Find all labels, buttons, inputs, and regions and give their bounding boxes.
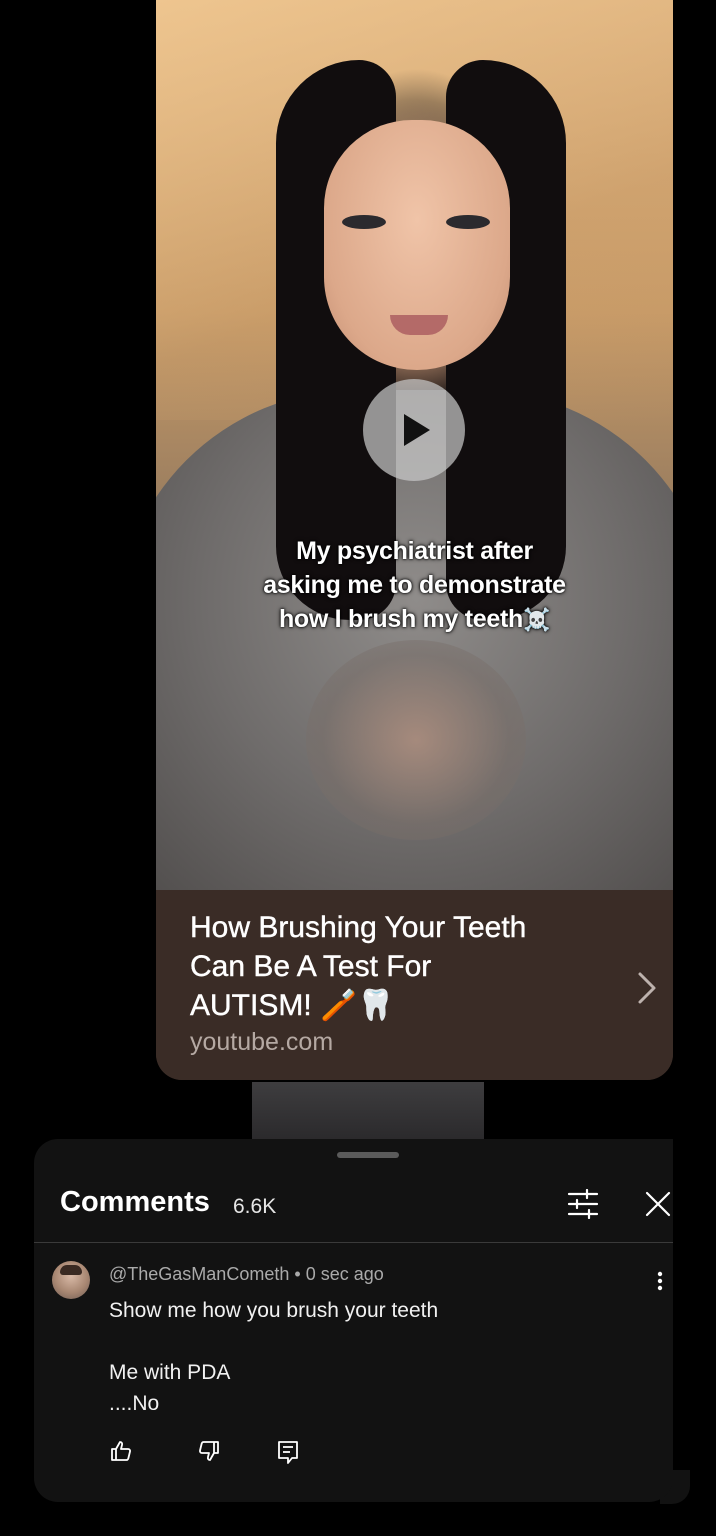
video-caption-line: My psychiatrist after [296, 537, 533, 565]
more-vertical-icon[interactable] [657, 1271, 663, 1291]
link-domain: youtube.com [190, 1028, 334, 1056]
comment-time: 0 sec ago [305, 1264, 384, 1284]
link-title-line: Can Be A Test For [190, 950, 432, 983]
background-video-peek [252, 1082, 484, 1142]
comment-text: Show me how you brush your teeth Me with… [109, 1299, 439, 1415]
comments-panel: Comments 6.6K @TheGasManCometh • 0 sec a… [34, 1139, 673, 1502]
filter-sliders-icon[interactable] [567, 1189, 599, 1219]
comments-title: Comments [60, 1186, 210, 1218]
play-button[interactable] [363, 379, 465, 481]
like-icon[interactable] [109, 1439, 133, 1463]
chevron-right-icon[interactable] [636, 970, 658, 1006]
drag-handle[interactable] [337, 1152, 399, 1158]
close-icon[interactable] [645, 1191, 671, 1217]
dislike-icon[interactable] [197, 1439, 221, 1463]
thumbnail-face [324, 120, 510, 370]
meta-separator: • [294, 1264, 301, 1284]
link-title: How Brushing Your Teeth Can Be A Test Fo… [190, 908, 610, 1025]
video-caption-line: asking me to demonstrate [263, 571, 566, 599]
video-caption-text: how I brush my teeth [278, 605, 523, 633]
thumbnail-hand-blur [306, 640, 526, 840]
link-preview-card[interactable]: My psychiatrist after asking me to demon… [156, 0, 673, 1080]
video-caption-line: how I brush my teeth☠️ [196, 602, 633, 637]
thumbnail-mouth [390, 315, 448, 335]
divider [34, 1242, 673, 1243]
link-info[interactable]: How Brushing Your Teeth Can Be A Test Fo… [156, 890, 673, 1080]
video-caption: My psychiatrist after asking me to demon… [196, 534, 633, 637]
video-thumbnail[interactable]: My psychiatrist after asking me to demon… [156, 0, 673, 890]
comments-count: 6.6K [233, 1195, 277, 1218]
comment-author[interactable]: @TheGasManCometh [109, 1264, 289, 1284]
link-title-line: AUTISM! 🪥🦷 [190, 989, 395, 1022]
thumbnail-eye [342, 215, 386, 229]
comment-meta: @TheGasManCometh • 0 sec ago [109, 1264, 384, 1285]
reply-icon[interactable] [276, 1439, 300, 1465]
thumbnail-eye [446, 215, 490, 229]
play-icon [404, 414, 430, 446]
skull-emoji: ☠️ [522, 607, 551, 632]
link-title-line: How Brushing Your Teeth [190, 911, 527, 944]
avatar[interactable] [52, 1261, 90, 1299]
